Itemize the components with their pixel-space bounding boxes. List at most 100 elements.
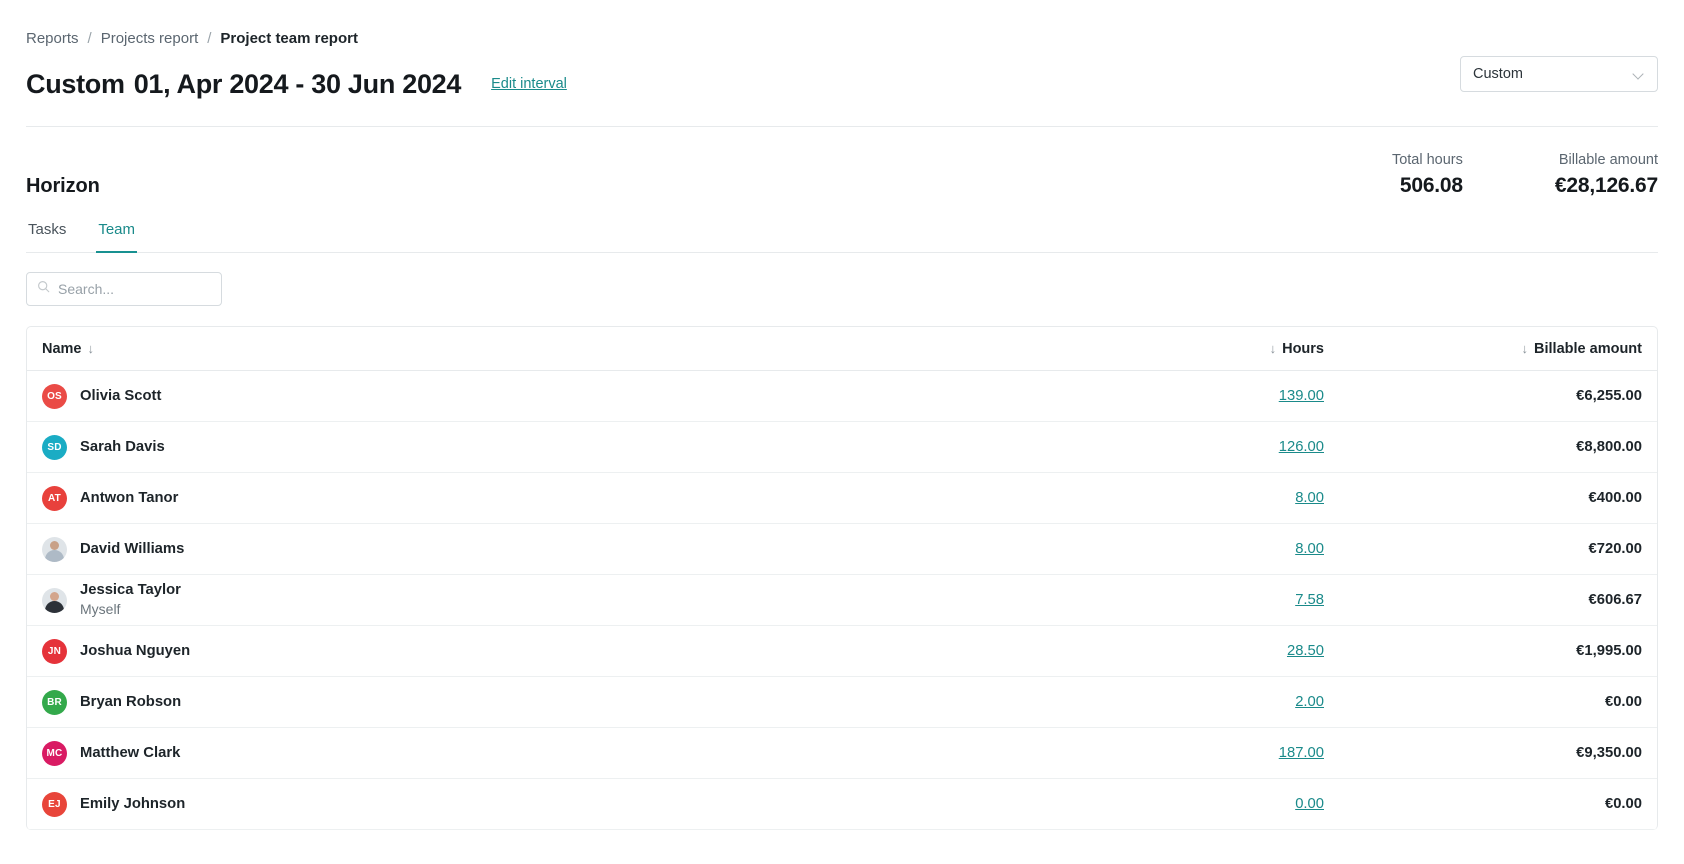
- page-title: Custom 01, Apr 2024 - 30 Jun 2024: [26, 69, 461, 100]
- avatar-initials: AT: [48, 492, 61, 504]
- billable-amount-value: €9,350.00: [1576, 745, 1642, 761]
- table-row[interactable]: OS Olivia Scott 139.00 €6,255.00: [27, 371, 1657, 422]
- avatar: OS: [42, 383, 67, 409]
- table-row[interactable]: SD Sarah Davis 126.00 €8,800.00: [27, 422, 1657, 473]
- stat-total-hours-value: 506.08: [1399, 174, 1463, 197]
- person-name: Olivia Scott: [80, 387, 162, 404]
- billable-amount-value: €400.00: [1588, 490, 1643, 506]
- person-name: Emily Johnson: [80, 795, 186, 812]
- table-row[interactable]: JN Joshua Nguyen 28.50 €1,995.00: [27, 626, 1657, 677]
- project-name: Horizon: [26, 175, 100, 197]
- person-name: Jessica Taylor: [80, 582, 181, 598]
- avatar-initials: EJ: [48, 798, 61, 810]
- row-name-cell: Jessica Taylor Myself: [42, 581, 1042, 619]
- summary-stats: Total hours 506.08 Billable amount €28,1…: [1392, 151, 1658, 198]
- avatar: MC: [42, 740, 67, 766]
- hours-link[interactable]: 187.00: [1279, 745, 1324, 761]
- person-name: Antwon Tanor: [80, 489, 179, 506]
- row-hours-cell: 126.00: [1042, 438, 1342, 456]
- avatar: SD: [42, 434, 67, 460]
- table-row[interactable]: AT Antwon Tanor 8.00 €400.00: [27, 473, 1657, 524]
- row-name-cell: MC Matthew Clark: [42, 740, 1042, 766]
- column-header-billable-amount[interactable]: ↓ Billable amount: [1342, 341, 1642, 357]
- column-header-hours-label: Hours: [1282, 340, 1324, 357]
- avatar-initials: BR: [47, 696, 62, 708]
- sort-desc-icon: ↓: [1269, 341, 1277, 356]
- hours-link[interactable]: 28.50: [1287, 643, 1324, 659]
- header-divider: [26, 126, 1658, 127]
- breadcrumb-item-reports[interactable]: Reports: [26, 30, 79, 47]
- table-row[interactable]: MC Matthew Clark 187.00 €9,350.00: [27, 728, 1657, 779]
- column-header-hours-cell: ↓ Hours: [1042, 341, 1342, 357]
- stat-total-hours-label: Total hours: [1391, 152, 1463, 168]
- stat-billable-amount-value: €28,126.67: [1554, 174, 1658, 197]
- person-info: Bryan Robson: [80, 693, 181, 712]
- breadcrumb: Reports / Projects report / Project team…: [26, 0, 1658, 47]
- row-name-cell: BR Bryan Robson: [42, 689, 1042, 715]
- table-row[interactable]: EJ Emily Johnson 0.00 €0.00: [27, 779, 1657, 830]
- hours-link[interactable]: 8.00: [1295, 541, 1324, 557]
- avatar-initials: JN: [47, 645, 62, 657]
- row-hours-cell: 8.00: [1042, 489, 1342, 507]
- search-input[interactable]: [58, 281, 211, 297]
- person-name: Matthew Clark: [80, 744, 181, 761]
- column-header-name-cell: Name ↓: [42, 341, 1042, 357]
- row-amount-cell: €720.00: [1342, 540, 1643, 558]
- search-area: [26, 272, 1658, 306]
- table-row[interactable]: Jessica Taylor Myself 7.58 €606.67: [27, 575, 1657, 626]
- table-row[interactable]: David Williams 8.00 €720.00: [27, 524, 1657, 575]
- row-amount-cell: €6,255.00: [1342, 387, 1642, 405]
- sort-desc-icon: ↓: [87, 341, 95, 356]
- row-amount-cell: €9,350.00: [1342, 744, 1642, 762]
- table-header-row: Name ↓ ↓ Hours ↓ Billable amount: [27, 327, 1657, 371]
- hours-link[interactable]: 0.00: [1295, 796, 1324, 812]
- person-info: Olivia Scott: [80, 387, 161, 406]
- avatar: AT: [42, 485, 67, 511]
- hours-link[interactable]: 2.00: [1295, 694, 1324, 710]
- search-box[interactable]: [26, 272, 222, 306]
- hours-link[interactable]: 139.00: [1279, 388, 1324, 404]
- hours-link[interactable]: 8.00: [1295, 490, 1324, 506]
- billable-amount-value: €0.00: [1604, 796, 1642, 812]
- avatar-initials: SD: [47, 441, 62, 453]
- person-subtitle: Myself: [80, 601, 121, 617]
- row-amount-cell: €400.00: [1342, 489, 1643, 507]
- billable-amount-value: €606.67: [1588, 592, 1643, 608]
- column-header-billable-amount-label: Billable amount: [1534, 340, 1642, 357]
- breadcrumb-separator: /: [87, 30, 92, 47]
- row-amount-cell: €1,995.00: [1342, 642, 1642, 660]
- team-table: Name ↓ ↓ Hours ↓ Billable amount OS Olivi…: [26, 326, 1658, 830]
- person-info: Joshua Nguyen: [80, 642, 190, 661]
- avatar-initials: OS: [47, 390, 62, 402]
- column-header-hours[interactable]: ↓ Hours: [1042, 341, 1324, 357]
- breadcrumb-item-projects-report[interactable]: Projects report: [101, 30, 199, 47]
- row-amount-cell: €8,800.00: [1342, 438, 1642, 456]
- edit-interval-link[interactable]: Edit interval: [491, 76, 567, 92]
- column-header-amount-cell: ↓ Billable amount: [1342, 341, 1642, 357]
- column-header-name-label: Name: [42, 340, 82, 357]
- hours-link[interactable]: 7.58: [1295, 592, 1324, 608]
- person-info: Jessica Taylor Myself: [80, 581, 181, 619]
- period-select[interactable]: Custom: [1460, 56, 1658, 92]
- tab-tasks[interactable]: Tasks: [26, 221, 68, 253]
- sort-desc-icon: ↓: [1521, 341, 1529, 356]
- person-name: Sarah Davis: [80, 438, 165, 455]
- avatar: JN: [42, 638, 67, 664]
- billable-amount-value: €6,255.00: [1576, 388, 1642, 404]
- hours-link[interactable]: 126.00: [1279, 439, 1324, 455]
- person-name: Bryan Robson: [80, 693, 182, 710]
- tab-team[interactable]: Team: [96, 221, 138, 253]
- table-row[interactable]: BR Bryan Robson 2.00 €0.00: [27, 677, 1657, 728]
- row-name-cell: EJ Emily Johnson: [42, 791, 1042, 817]
- tab-bar: Tasks Team: [26, 220, 1658, 253]
- breadcrumb-separator: /: [207, 30, 212, 47]
- person-info: Sarah Davis: [80, 438, 165, 457]
- page-title-range: 01, Apr 2024 - 30 Jun 2024: [133, 68, 462, 99]
- row-name-cell: AT Antwon Tanor: [42, 485, 1042, 511]
- billable-amount-value: €8,800.00: [1576, 439, 1642, 455]
- avatar: [42, 536, 67, 562]
- column-header-name[interactable]: Name ↓: [42, 341, 94, 357]
- chevron-down-icon: [1634, 69, 1645, 80]
- row-hours-cell: 0.00: [1042, 795, 1342, 813]
- row-name-cell: David Williams: [42, 536, 1042, 562]
